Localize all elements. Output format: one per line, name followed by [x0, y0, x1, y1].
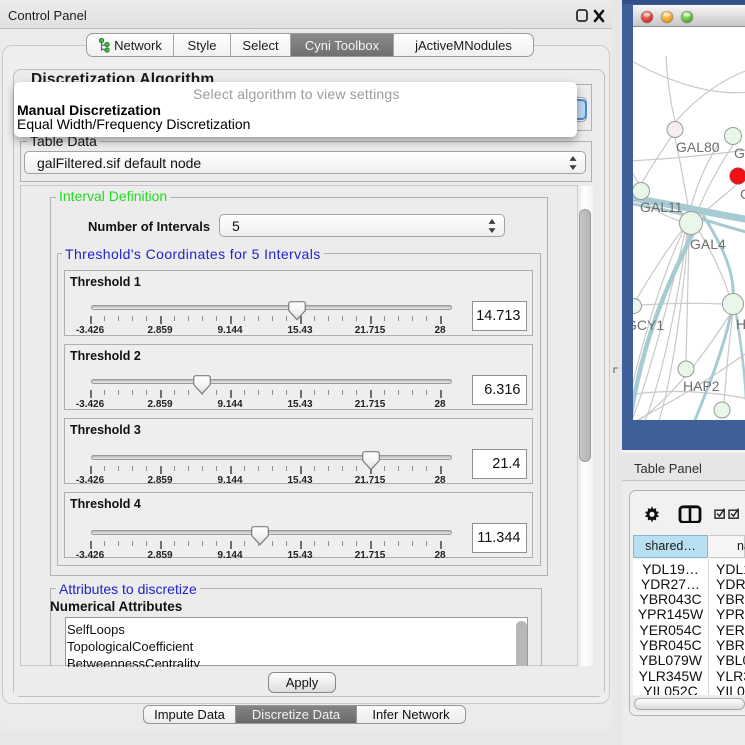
svg-text:GAL80: GAL80 — [676, 139, 720, 155]
svg-text:GAL4: GAL4 — [690, 236, 726, 252]
svg-text:HAP2: HAP2 — [683, 378, 720, 394]
svg-text:GAL11: GAL11 — [640, 199, 683, 215]
svg-text:HIS7: HIS7 — [736, 316, 745, 332]
svg-text:GCY1: GCY1 — [633, 317, 664, 333]
svg-text:CDC2: CDC2 — [740, 186, 745, 202]
svg-text:GAL3: GAL3 — [734, 145, 745, 161]
